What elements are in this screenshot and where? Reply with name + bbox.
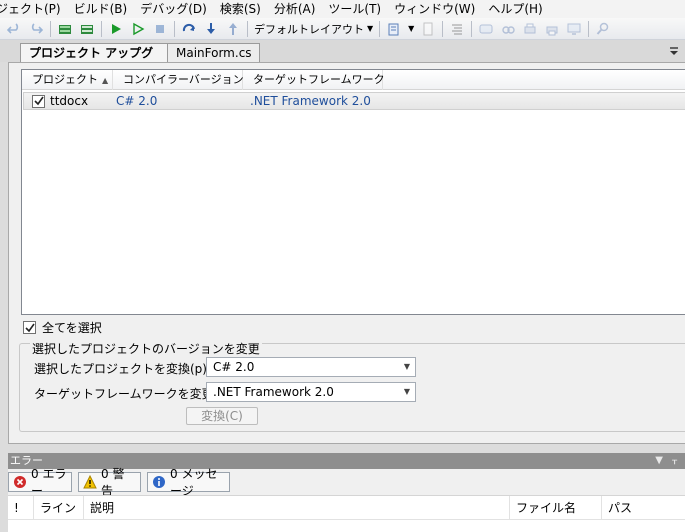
redo-icon[interactable] (27, 20, 45, 38)
monitor-icon[interactable] (565, 20, 583, 38)
menu-analyze[interactable]: 分析(A) (274, 0, 316, 18)
compiler-select[interactable]: C# 2.0 ▼ (206, 357, 416, 377)
column-header-framework[interactable]: ターゲットフレームワーク (243, 70, 385, 90)
column-header-label: プロジェクト (32, 73, 98, 86)
document-tabs: プロジェクト アップグレード MainForm.cs (0, 40, 685, 78)
tab-mainform[interactable]: MainForm.cs (168, 43, 260, 62)
run-without-debug-icon[interactable] (129, 20, 147, 38)
sort-ascending-icon: ▲ (102, 76, 109, 85)
column-header-compiler[interactable]: コンパイラーバージョン (113, 70, 244, 90)
chevron-down-icon: ▼ (403, 387, 410, 396)
list-header: プロジェクト ▲ コンパイラーバージョン ターゲットフレームワーク (22, 70, 685, 90)
menu-search[interactable]: 検索(S) (220, 0, 261, 18)
tab-project-upgrade[interactable]: プロジェクト アップグレード (20, 43, 168, 78)
toolbar-separator (174, 20, 175, 37)
chevron-down-icon: ▼ (367, 24, 374, 33)
select-all-label: 全てを選択 (42, 321, 102, 335)
compiler-label: 選択したプロジェクトを変換(p) : (34, 362, 215, 376)
menu-tools[interactable]: ツール(T) (328, 0, 381, 18)
column-header-filename[interactable]: ファイル名 (510, 496, 602, 520)
tab-list-icon[interactable] (669, 46, 679, 56)
error-icon (14, 476, 26, 488)
build-icon[interactable] (56, 20, 74, 38)
toolbar-separator (442, 20, 444, 37)
menu-build[interactable]: ビルド(B) (74, 0, 128, 18)
document-icon[interactable] (419, 20, 437, 38)
step-over-icon[interactable] (180, 20, 198, 38)
project-list: プロジェクト ▲ コンパイラーバージョン ターゲットフレームワーク ttdocx … (21, 69, 685, 315)
toolbar-separator (588, 20, 590, 37)
checkmark-icon (24, 323, 35, 332)
align-icon[interactable] (448, 20, 466, 38)
pin-icon[interactable]: ᚁ (672, 453, 677, 469)
stop-icon[interactable] (151, 20, 169, 38)
printer-icon[interactable] (543, 20, 561, 38)
chevron-down-icon[interactable]: ▼ (655, 453, 663, 469)
version-change-group: 選択したプロジェクトのバージョンを変更 選択したプロジェクトを変換(p) : C… (19, 343, 685, 432)
error-filter-bar: 0 エラー 0 警告 0 メッセージ (8, 467, 685, 498)
cell-framework: .NET Framework 2.0 (250, 94, 371, 108)
errors-filter-label: 0 エラー (31, 467, 67, 498)
project-upgrade-panel: プロジェクト ▲ コンパイラーバージョン ターゲットフレームワーク ttdocx … (8, 62, 685, 444)
column-header-description[interactable]: 説明 (84, 496, 510, 520)
select-all-checkbox[interactable]: 全てを選択 (23, 319, 102, 336)
step-out-icon[interactable] (224, 20, 242, 38)
step-into-icon[interactable] (202, 20, 220, 38)
toolbar-separator (50, 20, 51, 37)
warnings-filter-button[interactable]: 0 警告 (78, 467, 141, 498)
toolbar: デフォルトレイアウト ▼ ▼ (0, 18, 685, 40)
bookmark-icon[interactable] (385, 20, 403, 38)
layout-dropdown-label: デフォルトレイアウト (254, 22, 364, 36)
checkmark-icon (33, 96, 44, 106)
run-icon[interactable] (107, 20, 125, 38)
messages-filter-button[interactable]: 0 メッセージ (147, 467, 230, 498)
cell-compiler: C# 2.0 (116, 94, 158, 108)
chevron-down-icon[interactable]: ▼ (407, 20, 415, 38)
menu-debug[interactable]: デバッグ(D) (140, 0, 207, 18)
menu-bar: ジェクト(P) ビルド(B) デバッグ(D) 検索(S) 分析(A) ツール(T… (0, 0, 685, 18)
comment-icon[interactable] (477, 20, 495, 38)
toolbar-separator (471, 20, 473, 37)
row-checkbox[interactable] (32, 94, 45, 110)
compiler-select-value: C# 2.0 (213, 360, 255, 374)
table-row[interactable]: ttdocx C# 2.0 .NET Framework 2.0 (23, 92, 685, 110)
menu-help[interactable]: ヘルプ(H) (488, 0, 542, 18)
group-title: 選択したプロジェクトのバージョンを変更 (30, 342, 262, 356)
menu-project[interactable]: ジェクト(P) (0, 0, 61, 18)
error-list: ! ライン 説明 ファイル名 パス (8, 495, 685, 532)
errors-filter-button[interactable]: 0 エラー (8, 467, 72, 498)
rebuild-icon[interactable] (78, 20, 96, 38)
column-header-line[interactable]: ライン (34, 496, 84, 520)
toolbar-separator (379, 20, 381, 37)
warning-icon (83, 475, 97, 489)
layout-dropdown[interactable]: デフォルトレイアウト ▼ (251, 20, 376, 38)
search-icon[interactable] (594, 20, 612, 38)
framework-select[interactable]: .NET Framework 2.0 ▼ (206, 382, 416, 402)
convert-button[interactable]: 変換(C) (186, 407, 258, 425)
toolbar-separator (101, 20, 102, 37)
framework-select-value: .NET Framework 2.0 (213, 385, 334, 399)
warnings-filter-label: 0 警告 (101, 467, 125, 498)
column-header-path[interactable]: パス (602, 496, 685, 520)
toolbar-separator (247, 20, 248, 37)
chevron-down-icon: ▼ (403, 362, 410, 371)
info-icon (153, 476, 165, 488)
print-icon[interactable] (521, 20, 539, 38)
cell-project: ttdocx (50, 94, 89, 108)
find-icon[interactable] (499, 20, 517, 38)
column-header-severity[interactable]: ! (8, 496, 34, 520)
menu-window[interactable]: ウィンドウ(W) (394, 0, 475, 18)
messages-filter-label: 0 メッセージ (170, 467, 218, 498)
undo-icon[interactable] (5, 20, 23, 38)
column-header-project[interactable]: プロジェクト ▲ (22, 70, 113, 90)
